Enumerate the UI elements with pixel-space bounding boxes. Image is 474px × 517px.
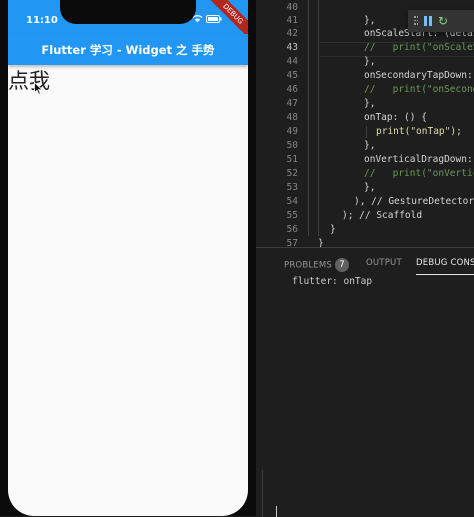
mouse-pointer-icon xyxy=(34,82,43,95)
code-line: }, xyxy=(364,182,376,193)
code-line-print: print("onTap"); xyxy=(376,126,462,137)
code-line: onSecondaryTapDown: (details) { xyxy=(364,70,473,81)
line-number: 46 xyxy=(286,84,298,95)
app-bar: Flutter 学习 - Widget 之 手势 xyxy=(8,34,248,65)
line-number: 56 xyxy=(286,224,298,235)
line-number-gutter: 40 41 42 43 44 45 46 47 48 49 50 51 52 5… xyxy=(256,0,302,247)
line-number: 40 xyxy=(286,2,298,13)
line-number: 57 xyxy=(286,238,298,247)
tap-target-text[interactable]: 点我 xyxy=(8,68,50,94)
line-number: 53 xyxy=(286,182,298,193)
line-number: 44 xyxy=(286,56,298,67)
panel-divider xyxy=(262,470,263,517)
code-line: ), // GestureDetector xyxy=(354,196,474,207)
line-number: 45 xyxy=(286,70,298,81)
indent-guide xyxy=(318,0,319,236)
code-line-comment: // print("onVerticalDragDown"); xyxy=(364,168,474,179)
tab-debug-console[interactable]: DEBUG CONSOLE xyxy=(416,258,474,268)
app-bar-title: Flutter 学习 - Widget 之 手势 xyxy=(41,42,215,57)
drag-handle-icon[interactable] xyxy=(414,16,418,26)
status-time: 11:10 xyxy=(26,15,58,26)
code-line-comment: // print("onSecondaryTapDown"); xyxy=(364,84,474,95)
debug-toolbar: ↻ xyxy=(408,10,474,32)
bottom-panel: PROBLEMS7 OUTPUT DEBUG CONSOLE flutter: … xyxy=(256,247,474,517)
restart-icon[interactable]: ↻ xyxy=(438,15,448,27)
phone-simulator: 11:10 DEBUG Flutter 学习 - Widget 之 手势 点我 xyxy=(0,0,256,516)
code-line: }, xyxy=(364,15,376,26)
console-output-line: flutter: onTap xyxy=(292,276,373,287)
console-input-caret[interactable] xyxy=(276,506,277,517)
line-number: 47 xyxy=(286,98,298,109)
indent-guide xyxy=(366,126,367,138)
line-number: 51 xyxy=(286,154,298,165)
code-line: onVerticalDragDown: (details) { xyxy=(364,154,473,165)
code-editor[interactable]: 40 41 42 43 44 45 46 47 48 49 50 51 52 5… xyxy=(256,0,474,247)
line-number: 52 xyxy=(286,168,298,179)
pause-icon[interactable] xyxy=(424,16,432,26)
panel-tabs: PROBLEMS7 OUTPUT DEBUG CONSOLE xyxy=(256,248,474,278)
tab-output[interactable]: OUTPUT xyxy=(366,258,402,268)
code-line: onTap: () { xyxy=(364,112,427,123)
battery-icon xyxy=(206,14,222,23)
tab-problems-label: PROBLEMS xyxy=(284,260,332,271)
indent-guide xyxy=(308,0,309,236)
tab-problems[interactable]: PROBLEMS 7 xyxy=(284,258,349,272)
line-number: 49 xyxy=(286,126,298,137)
problems-count-badge: 7 xyxy=(335,258,349,272)
code-line: }, xyxy=(364,56,376,67)
phone-notch xyxy=(60,0,196,24)
line-number: 41 xyxy=(286,15,298,26)
code-line-comment: // print("onScaleStart"); xyxy=(364,42,474,53)
line-number: 54 xyxy=(286,196,298,207)
active-tab-indicator xyxy=(416,274,474,275)
phone-screen: 11:10 DEBUG Flutter 学习 - Widget 之 手势 点我 xyxy=(8,0,248,516)
line-number: 50 xyxy=(286,140,298,151)
code-line: } xyxy=(318,238,324,247)
line-number: 55 xyxy=(286,210,298,221)
line-number-active: 43 xyxy=(286,42,298,53)
code-line: } xyxy=(330,224,336,235)
line-number: 42 xyxy=(286,28,298,39)
line-number: 48 xyxy=(286,112,298,123)
code-line: }, xyxy=(364,98,376,109)
code-line: ); // Scaffold xyxy=(342,210,423,221)
code-line: }, xyxy=(364,140,376,151)
status-icons xyxy=(192,14,222,23)
